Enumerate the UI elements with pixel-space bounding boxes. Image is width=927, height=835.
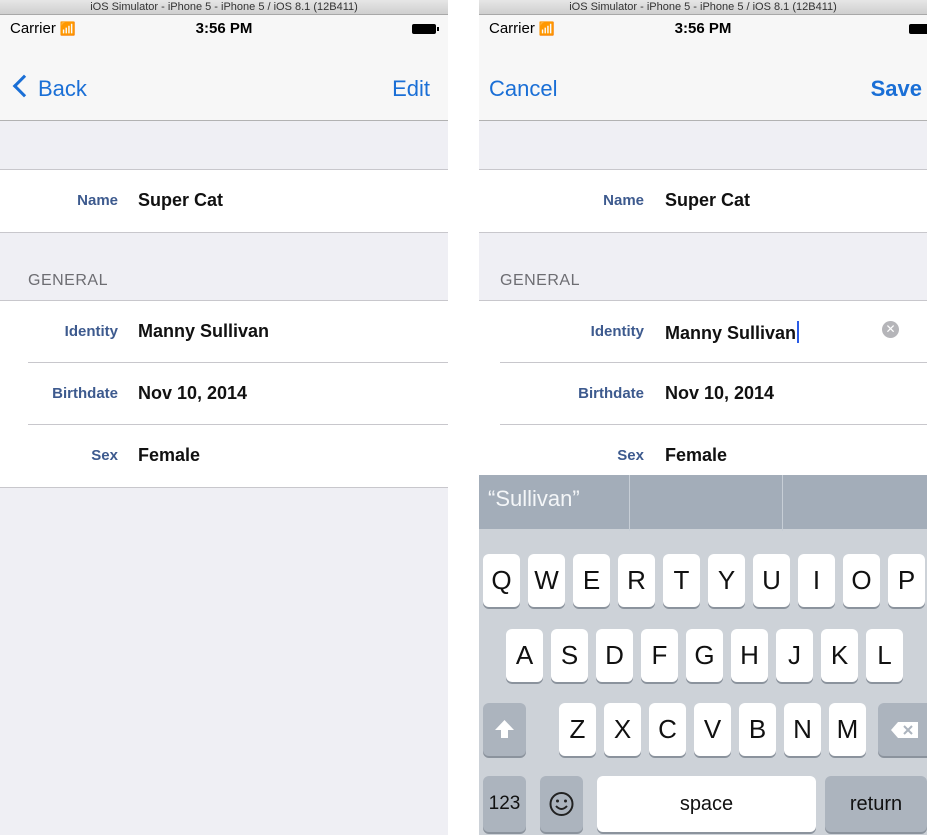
name-row: Name Super Cat xyxy=(479,170,927,232)
space-key[interactable]: space xyxy=(597,776,816,832)
status-bar: Carrier 📶 3:56 PM xyxy=(479,15,927,41)
key-j[interactable]: J xyxy=(776,629,813,682)
keyboard: “Sullivan” QWERTYUIOP ASDFGHJKL ZXCVBNM … xyxy=(479,475,927,835)
birthdate-value: Nov 10, 2014 xyxy=(138,383,248,403)
key-i[interactable]: I xyxy=(798,554,835,607)
simulator-title: iOS Simulator - iPhone 5 - iPhone 5 / iO… xyxy=(479,0,927,15)
key-q[interactable]: Q xyxy=(483,554,520,607)
sex-value: Female xyxy=(138,445,201,465)
key-r[interactable]: R xyxy=(618,554,655,607)
key-h[interactable]: H xyxy=(731,629,768,682)
key-k[interactable]: K xyxy=(821,629,858,682)
battery-icon xyxy=(909,24,927,34)
name-value: Super Cat xyxy=(138,190,224,210)
edit-button[interactable]: Edit xyxy=(392,76,430,102)
shift-key[interactable] xyxy=(483,703,526,756)
identity-field[interactable]: Manny Sullivan xyxy=(665,321,800,344)
key-b[interactable]: B xyxy=(739,703,776,756)
key-g[interactable]: G xyxy=(686,629,723,682)
key-a[interactable]: A xyxy=(506,629,543,682)
battery-icon xyxy=(412,24,439,34)
name-label: Name xyxy=(77,192,118,209)
delete-key[interactable] xyxy=(878,703,927,756)
predictive-bar: “Sullivan” xyxy=(479,475,927,531)
name-group: Name Super Cat xyxy=(0,169,448,233)
name-group: Name Super Cat xyxy=(479,169,927,233)
general-group: Identity Manny Sullivan Birthdate Nov 10… xyxy=(0,300,448,488)
edit-screen: iOS Simulator - iPhone 5 - iPhone 5 / iO… xyxy=(479,0,927,835)
sex-label: Sex xyxy=(617,447,644,464)
identity-value: Manny Sullivan xyxy=(138,321,270,341)
birthdate-row: Birthdate Nov 10, 2014 xyxy=(0,363,448,425)
key-u[interactable]: U xyxy=(753,554,790,607)
delete-icon xyxy=(891,722,918,738)
key-c[interactable]: C xyxy=(649,703,686,756)
key-w[interactable]: W xyxy=(528,554,565,607)
birthdate-label: Birthdate xyxy=(578,385,644,402)
text-cursor xyxy=(797,321,800,343)
key-v[interactable]: V xyxy=(694,703,731,756)
key-s[interactable]: S xyxy=(551,629,588,682)
numbers-key[interactable]: 123 xyxy=(483,776,526,832)
name-label: Name xyxy=(603,192,644,209)
sex-label: Sex xyxy=(91,447,118,464)
identity-label: Identity xyxy=(64,323,118,340)
save-button[interactable]: Save xyxy=(871,76,922,102)
simulator-title: iOS Simulator - iPhone 5 - iPhone 5 / iO… xyxy=(0,0,448,15)
section-header-general: GENERAL xyxy=(500,272,580,289)
status-time: 3:56 PM xyxy=(195,20,253,37)
sex-value[interactable]: Female xyxy=(665,445,727,466)
emoji-key[interactable] xyxy=(540,776,583,832)
status-time: 3:56 PM xyxy=(674,20,732,37)
key-p[interactable]: P xyxy=(888,554,925,607)
key-n[interactable]: N xyxy=(784,703,821,756)
navigation-bar: Cancel Save xyxy=(479,41,927,121)
identity-row: Identity Manny Sullivan xyxy=(0,301,448,363)
key-y[interactable]: Y xyxy=(708,554,745,607)
key-f[interactable]: F xyxy=(641,629,678,682)
detail-screen: iOS Simulator - iPhone 5 - iPhone 5 / iO… xyxy=(0,0,448,835)
general-group: Identity Manny Sullivan ✕ Birthdate Nov … xyxy=(479,300,927,487)
prediction-suggestion[interactable]: “Sullivan” xyxy=(488,475,580,529)
key-o[interactable]: O xyxy=(843,554,880,607)
birthdate-row[interactable]: Birthdate Nov 10, 2014 xyxy=(479,363,927,425)
name-value: Super Cat xyxy=(665,190,751,210)
return-key[interactable]: return xyxy=(825,776,927,832)
sex-row: Sex Female xyxy=(0,425,448,487)
name-row: Name Super Cat xyxy=(0,170,448,232)
clear-text-icon[interactable]: ✕ xyxy=(882,321,899,338)
navigation-bar: Back Edit xyxy=(0,41,448,121)
key-l[interactable]: L xyxy=(866,629,903,682)
birthdate-value[interactable]: Nov 10, 2014 xyxy=(665,383,774,404)
shift-icon xyxy=(495,720,514,738)
key-t[interactable]: T xyxy=(663,554,700,607)
key-x[interactable]: X xyxy=(604,703,641,756)
back-button-label: Back xyxy=(38,76,87,101)
cancel-button[interactable]: Cancel xyxy=(489,76,557,102)
emoji-icon xyxy=(549,792,574,816)
key-e[interactable]: E xyxy=(573,554,610,607)
identity-field-text: Manny Sullivan xyxy=(665,323,797,343)
identity-label: Identity xyxy=(590,323,644,340)
identity-row[interactable]: Identity Manny Sullivan ✕ xyxy=(479,301,927,363)
key-d[interactable]: D xyxy=(596,629,633,682)
section-header-general: GENERAL xyxy=(28,272,108,289)
key-z[interactable]: Z xyxy=(559,703,596,756)
status-bar: Carrier 📶 3:56 PM xyxy=(0,15,448,41)
birthdate-label: Birthdate xyxy=(52,385,118,402)
back-chevron-icon xyxy=(12,74,36,98)
key-m[interactable]: M xyxy=(829,703,866,756)
back-button[interactable]: Back xyxy=(12,74,87,102)
